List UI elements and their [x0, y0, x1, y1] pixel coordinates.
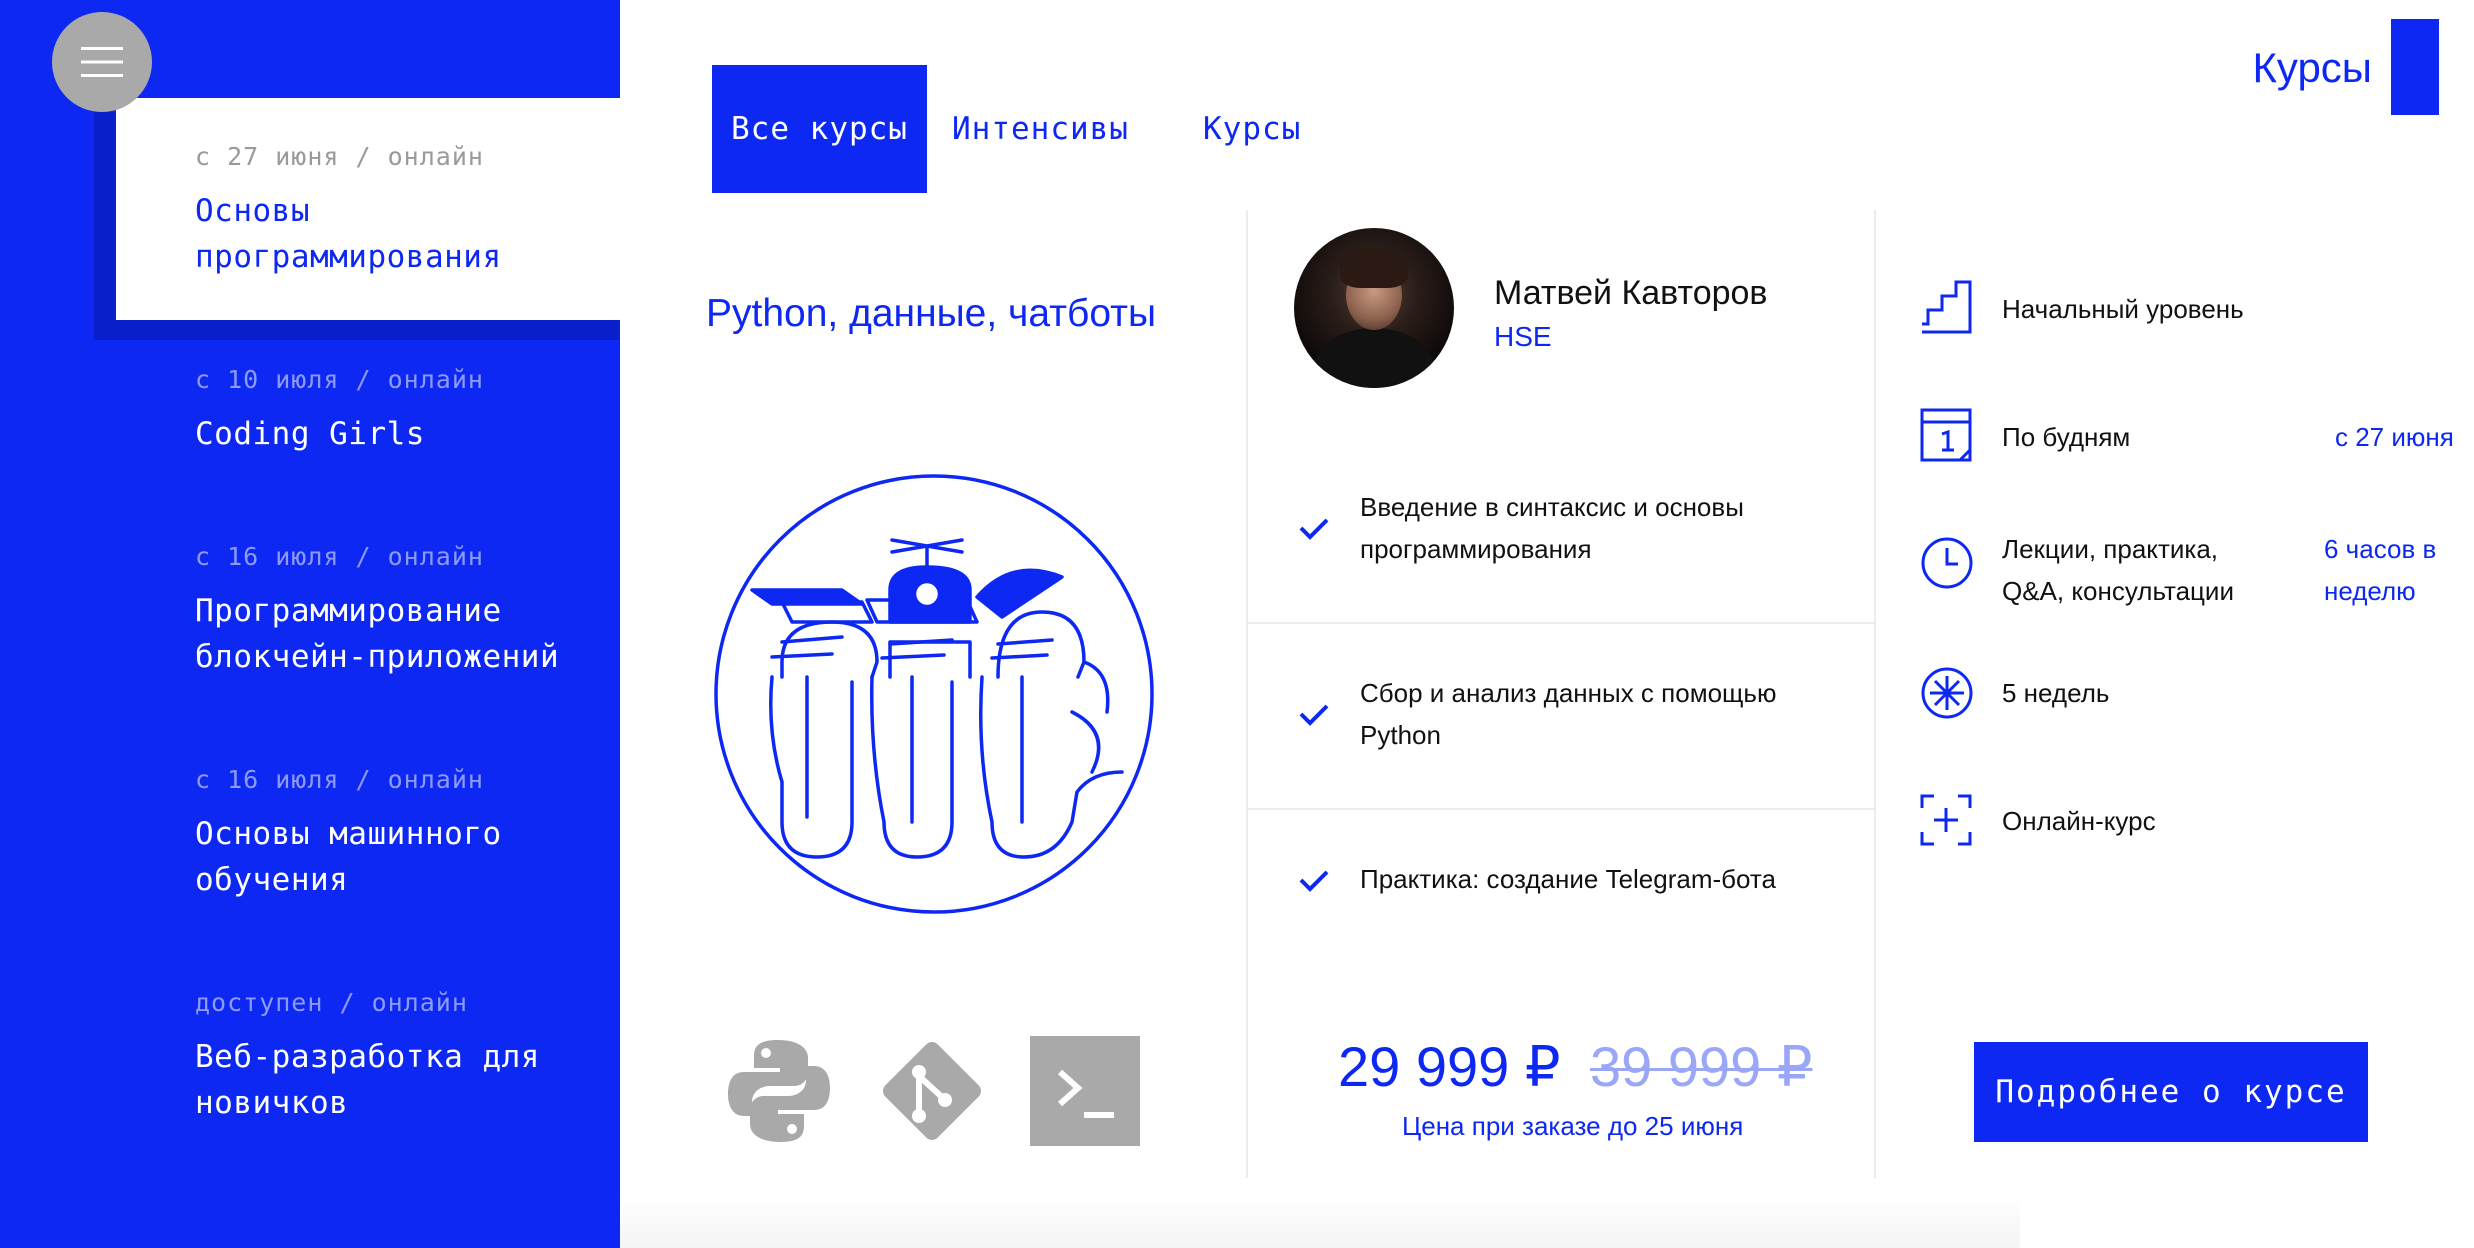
sidebar-item-date: с 16 июля / онлайн — [195, 542, 484, 571]
screen-frame-icon — [1920, 794, 1972, 846]
course-details-button[interactable]: Подробнее о курсе — [1974, 1042, 2368, 1142]
page-title: Курсы — [2252, 44, 2372, 91]
info-duration-text: 5 недель — [2002, 678, 2110, 708]
menu-button[interactable] — [52, 12, 152, 112]
row-divider — [1248, 622, 1874, 624]
teacher-name: Матвей Кавторов — [1494, 274, 1768, 312]
sidebar-item-title: Программирование блокчейн-приложений — [195, 588, 615, 680]
info-format-text-line: Q&A, консультации — [2002, 576, 2234, 606]
sidebar-item-date: с 27 июня / онлайн — [195, 142, 484, 171]
python-icon — [728, 1040, 830, 1142]
check-icon — [1299, 704, 1329, 726]
feature-item: Введение в синтаксис и основы программир… — [1298, 486, 1858, 576]
course-title: Python, данные, чатботы — [706, 292, 1157, 335]
feature-text-line: Сбор и анализ данных с помощью — [1360, 678, 1777, 708]
feature-text-line: Python — [1360, 720, 1441, 750]
sidebar-item-date: с 16 июля / онлайн — [195, 765, 484, 794]
feature-item: Сбор и анализ данных с помощью Python — [1298, 672, 1858, 762]
feature-text: Практика: создание Telegram-бота — [1360, 858, 1870, 900]
check-icon — [1299, 870, 1329, 892]
sidebar-item-title-line: Веб-разработка для — [195, 1039, 540, 1075]
check-icon — [1299, 518, 1329, 540]
info-level: Начальный уровень — [1920, 280, 2460, 340]
calendar-icon — [1920, 408, 1972, 462]
info-schedule-text: По будням — [2002, 422, 2131, 452]
sidebar-item-machine-learning[interactable]: с 16 июля / онлайн Основы машинного обуч… — [195, 763, 615, 903]
sidebar-item-title-line: обучения — [195, 862, 349, 898]
tab-intensives[interactable]: Интенсивы — [952, 65, 1129, 193]
info-format-value: 6 часов в неделю — [2324, 528, 2436, 612]
teacher-avatar — [1294, 228, 1454, 388]
sidebar-item-title-line: новичков — [195, 1085, 349, 1121]
price-note: Цена при заказе до 25 июня — [1402, 1111, 1744, 1141]
sidebar-item-title-line: программирования — [195, 239, 502, 275]
sidebar-item-title-line: Основы машинного — [195, 816, 502, 852]
tab-all-courses[interactable]: Все курсы — [712, 65, 927, 193]
sidebar-item-title-line: блокчейн-приложений — [195, 639, 560, 675]
sidebar-item-title-line: Основы — [195, 193, 310, 229]
row-divider — [1248, 808, 1874, 810]
info-format: Лекции, практика, Q&A, консультации 6 ча… — [1920, 528, 2460, 618]
sidebar-item-programming-basics[interactable]: с 27 июня / онлайн Основы программирован… — [195, 140, 615, 280]
tab-courses[interactable]: Курсы — [1203, 65, 1301, 193]
info-format-value-line: 6 часов в — [2324, 534, 2437, 564]
feature-text-line: Введение в синтаксис и основы — [1360, 492, 1744, 522]
column-divider — [1874, 210, 1876, 1178]
column-divider — [1246, 210, 1248, 1178]
sidebar-item-web-development[interactable]: доступен / онлайн Веб-разработка для нов… — [195, 986, 615, 1126]
terminal-icon — [1030, 1036, 1140, 1146]
bottom-fade — [620, 1196, 2020, 1248]
sidebar-item-date: доступен / онлайн — [195, 988, 468, 1017]
asterisk-icon — [1921, 667, 1973, 719]
teacher-organization: HSE — [1494, 321, 1552, 352]
feature-text-line: программирования — [1360, 534, 1592, 564]
info-format-text: Лекции, практика, Q&A, консультации — [2002, 528, 2234, 612]
sidebar-item-title: Веб-разработка для новичков — [195, 1034, 615, 1126]
course-sidebar: с 27 июня / онлайн Основы программирован… — [0, 0, 620, 1248]
sidebar-item-title-line: Coding Girls — [195, 416, 425, 452]
sidebar-item-title: Coding Girls — [195, 411, 615, 457]
info-schedule-value: с 27 июня — [2335, 422, 2454, 452]
info-format-value-line: неделю — [2324, 576, 2416, 606]
sidebar-item-title: Основы программирования — [195, 188, 615, 280]
price-old: 39 999 ₽ — [1590, 1035, 1813, 1098]
info-online: Онлайн-курс — [1920, 794, 2460, 854]
feature-text: Сбор и анализ данных с помощью Python — [1360, 672, 1870, 756]
feature-text-line: Практика: создание Telegram-бота — [1360, 864, 1777, 894]
info-duration: 5 недель — [1920, 666, 2460, 726]
stairs-icon — [1922, 280, 1972, 334]
sidebar-item-blockchain[interactable]: с 16 июля / онлайн Программирование блок… — [195, 540, 615, 680]
git-icon — [882, 1041, 982, 1141]
info-level-text: Начальный уровень — [2002, 294, 2244, 324]
feature-item: Практика: создание Telegram-бота — [1298, 858, 1858, 908]
sidebar-item-title-line: Программирование — [195, 593, 502, 629]
hamburger-icon — [81, 47, 123, 77]
sidebar-item-date: с 10 июля / онлайн — [195, 365, 484, 394]
page-title-accent-bar — [2391, 19, 2439, 115]
info-schedule: По будням с 27 июня — [1920, 408, 2460, 468]
sidebar-item-coding-girls[interactable]: с 10 июля / онлайн Coding Girls — [195, 363, 615, 457]
feature-text: Введение в синтаксис и основы программир… — [1360, 486, 1870, 570]
price-current: 29 999 ₽ — [1338, 1035, 1561, 1098]
info-online-text: Онлайн-курс — [2002, 806, 2156, 836]
info-format-text-line: Лекции, практика, — [2002, 534, 2219, 564]
course-illustration — [714, 474, 1154, 914]
clock-icon — [1921, 537, 1973, 589]
sidebar-item-title: Основы машинного обучения — [195, 811, 615, 903]
